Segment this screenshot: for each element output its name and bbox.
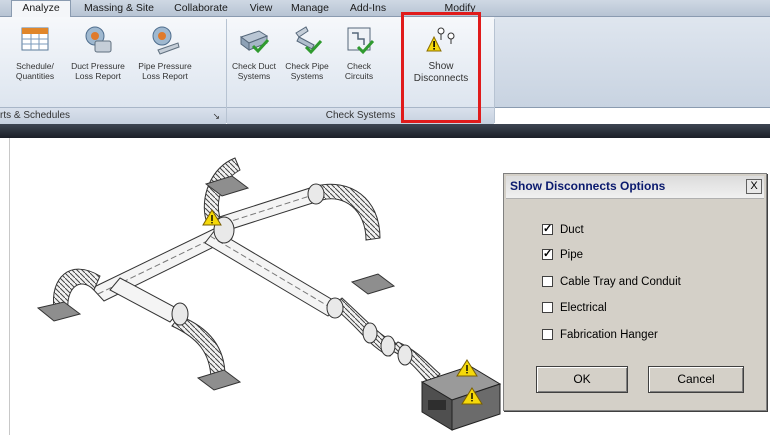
panel-expand-icon[interactable]: ↘: [212, 108, 220, 124]
ribbon-empty-area: [494, 17, 770, 107]
duct-label: Duct: [560, 224, 584, 236]
check-circuits-icon: [347, 27, 375, 55]
show-disconnects-highlight: [401, 12, 481, 123]
reports-schedules-panel-label[interactable]: rts & Schedules ↘: [0, 107, 226, 124]
pipe-label: Pipe: [560, 249, 584, 261]
electrical-checkbox[interactable]: [542, 302, 553, 313]
check-systems-panel-text: Check Systems: [325, 110, 396, 121]
check-pipe-systems-button[interactable]: Check Pipe Systems: [282, 21, 332, 89]
cable-tray-checkbox[interactable]: [542, 276, 553, 287]
duct-pressure-report-icon: [85, 26, 112, 53]
tab-analyze[interactable]: Analyze: [11, 0, 71, 18]
reports-schedules-panel-text: rts & Schedules: [0, 110, 71, 121]
pipe-checkbox[interactable]: ✓: [542, 249, 553, 260]
cancel-button[interactable]: Cancel: [648, 366, 744, 393]
fabrication-hanger-checkbox[interactable]: [542, 329, 553, 340]
tab-add-ins[interactable]: Add-Ins: [345, 1, 391, 16]
ribbon-tab-bar: Analyze Massing & Site Collaborate View …: [0, 0, 770, 18]
panel-separator: [494, 19, 495, 123]
dialog-title: Show Disconnects Options: [510, 179, 666, 193]
check-duct-systems-button[interactable]: Check Duct Systems: [230, 21, 278, 89]
duct-fitting[interactable]: [380, 335, 396, 357]
check-circuits-button[interactable]: Check Circuits: [336, 21, 382, 89]
dialog-title-bar[interactable]: Show Disconnects Options X: [506, 176, 764, 199]
air-terminal[interactable]: [36, 301, 82, 322]
check-pipe-systems-label: Check Pipe Systems: [285, 61, 329, 81]
duct-pressure-loss-report-button[interactable]: Duct Pressure Loss Report: [66, 21, 130, 89]
schedule-icon: [21, 27, 49, 51]
revit-window: Analyze Massing & Site Collaborate View …: [0, 0, 770, 435]
cable-tray-label: Cable Tray and Conduit: [560, 276, 681, 288]
tab-view[interactable]: View: [244, 1, 278, 16]
tab-massing-site[interactable]: Massing & Site: [78, 1, 160, 16]
duct-fitting[interactable]: [362, 322, 378, 344]
ok-button[interactable]: OK: [536, 366, 628, 393]
pipe-pressure-loss-report-button[interactable]: Pipe Pressure Loss Report: [134, 21, 196, 89]
check-duct-systems-label: Check Duct Systems: [232, 61, 276, 81]
duct-fitting[interactable]: [307, 183, 325, 205]
check-circuits-label: Check Circuits: [344, 61, 374, 81]
flex-duct-top-right[interactable]: [315, 183, 381, 241]
check-duct-icon: [239, 30, 270, 54]
flex-duct-final[interactable]: [389, 341, 441, 385]
view-control-strip: [0, 124, 770, 138]
tab-collaborate[interactable]: Collaborate: [168, 1, 234, 16]
fabrication-hanger-label: Fabrication Hanger: [560, 329, 658, 341]
air-terminal[interactable]: [196, 369, 242, 391]
ribbon-panel-area: Schedule/ Quantities Duct Pressure Loss …: [0, 17, 770, 124]
electrical-label: Electrical: [560, 302, 607, 314]
duct-fitting[interactable]: [326, 297, 344, 319]
schedule-quantities-button[interactable]: Schedule/ Quantities: [6, 21, 64, 89]
tab-manage[interactable]: Manage: [285, 1, 335, 16]
duct-fitting[interactable]: [397, 344, 413, 366]
duct-checkbox[interactable]: ✓: [542, 224, 553, 235]
check-pipe-icon: [295, 26, 323, 55]
show-disconnects-dialog: Show Disconnects Options X ✓ Duct ✓ Pipe…: [503, 173, 767, 411]
close-icon[interactable]: X: [746, 179, 762, 194]
duct-branch-lower[interactable]: [109, 277, 181, 323]
schedule-quantities-label: Schedule/ Quantities: [15, 61, 55, 81]
duct-fitting[interactable]: [171, 302, 189, 326]
duct-pressure-loss-report-label: Duct Pressure Loss Report: [71, 61, 125, 81]
pipe-pressure-report-icon: [152, 26, 180, 55]
pipe-pressure-loss-report-label: Pipe Pressure Loss Report: [138, 61, 192, 81]
air-terminal[interactable]: [350, 273, 396, 295]
